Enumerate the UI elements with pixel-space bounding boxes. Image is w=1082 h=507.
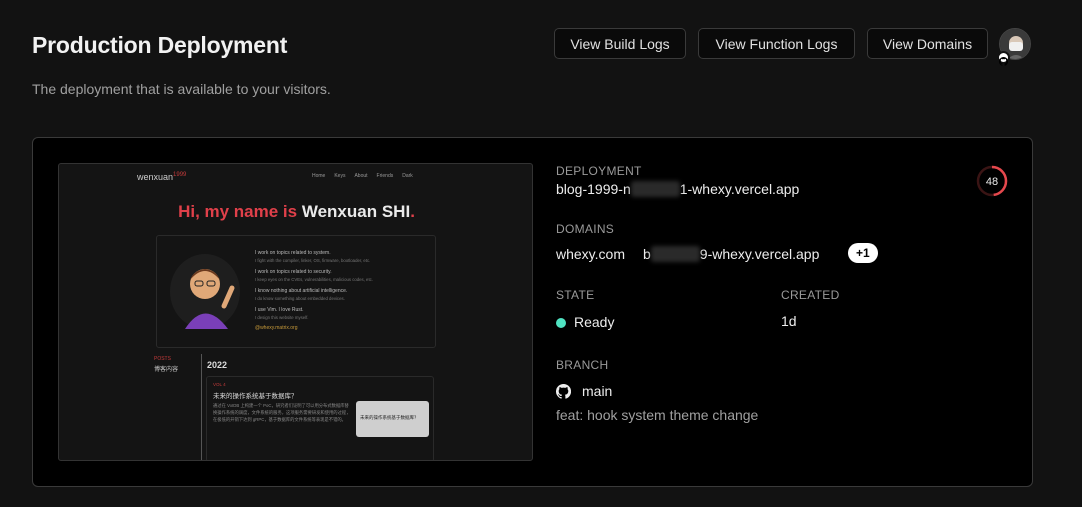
page-title: Production Deployment: [32, 32, 288, 58]
state-label: STATE: [556, 288, 595, 302]
deployment-label: DEPLOYMENT: [556, 164, 642, 178]
deployment-card: wenxuan1999 Home Keys About Friends Dark Hi,…: [32, 137, 1033, 487]
preview-avatar: [170, 254, 240, 329]
preview-article-title: 未来的操作系统基于数据库？: [213, 393, 298, 400]
preview-divider: [201, 354, 202, 460]
view-domains-button[interactable]: View Domains: [867, 28, 988, 59]
preview-posts-label: POSTS: [154, 356, 171, 362]
preview-article-body: 通过在 VxIDB 上构建一个 PoC，研究者们证明了可以用分布式数据库替换操作…: [213, 403, 351, 422]
preview-article-tag: VOL 4: [213, 382, 226, 387]
lighthouse-score: 48: [986, 176, 998, 188]
preview-posts-cn: 博客内容: [154, 367, 179, 373]
preview-bio-line: I work on topics related to security.: [255, 269, 332, 275]
domain-secondary-link[interactable]: bxxxxxxx9-whexy.vercel.app: [643, 246, 819, 262]
preview-bio-line: I use Vim. I love Rust.: [255, 307, 304, 313]
preview-bio-sub: I do know something about embedded devic…: [255, 296, 345, 301]
created-value: 1d: [781, 313, 797, 329]
preview-email: @whexy.matrix.org: [255, 325, 298, 331]
preview-bio-line: I know nothing about artificial intellig…: [255, 288, 348, 294]
preview-nav: Home Keys About Friends Dark: [312, 173, 413, 179]
preview-bio-sub: I keep eyes on the CVEs, vulnerabilities…: [255, 277, 373, 282]
ready-status-icon: [556, 318, 566, 328]
preview-logo: wenxuan1999: [137, 172, 187, 182]
page-subtitle: The deployment that is available to your…: [32, 81, 331, 97]
deployment-preview[interactable]: wenxuan1999 Home Keys About Friends Dark Hi,…: [58, 163, 533, 461]
domain-primary-link[interactable]: whexy.com: [556, 246, 625, 262]
created-label: CREATED: [781, 288, 840, 302]
preview-bio-sub: I fight with the compiler, linker, OS, f…: [255, 258, 371, 263]
branch-link[interactable]: main: [556, 383, 612, 399]
commit-message[interactable]: feat: hook system theme change: [556, 407, 758, 423]
view-build-logs-button[interactable]: View Build Logs: [554, 28, 686, 59]
preview-year: 2022: [207, 360, 228, 370]
preview-bio-line: I work on topics related to system.: [255, 250, 331, 256]
github-badge-icon: [997, 51, 1010, 66]
github-icon: [556, 383, 571, 399]
more-domains-badge[interactable]: +1: [848, 243, 878, 263]
deployment-url[interactable]: blog-1999-nxxxxxxx1-whexy.vercel.app: [556, 181, 799, 197]
state-value: Ready: [556, 314, 614, 330]
branch-name: main: [582, 383, 613, 399]
preview-bio-sub: I design this website myself.: [255, 315, 309, 320]
branch-label: BRANCH: [556, 358, 609, 372]
domains-label: DOMAINS: [556, 222, 615, 236]
preview-article-button: 未来的操作系统基于数据库？: [356, 401, 429, 437]
preview-hero: Hi, my name is Wenxuan SHI.: [178, 202, 415, 221]
lighthouse-score-icon[interactable]: 48: [976, 165, 1008, 197]
view-function-logs-button[interactable]: View Function Logs: [698, 28, 855, 59]
